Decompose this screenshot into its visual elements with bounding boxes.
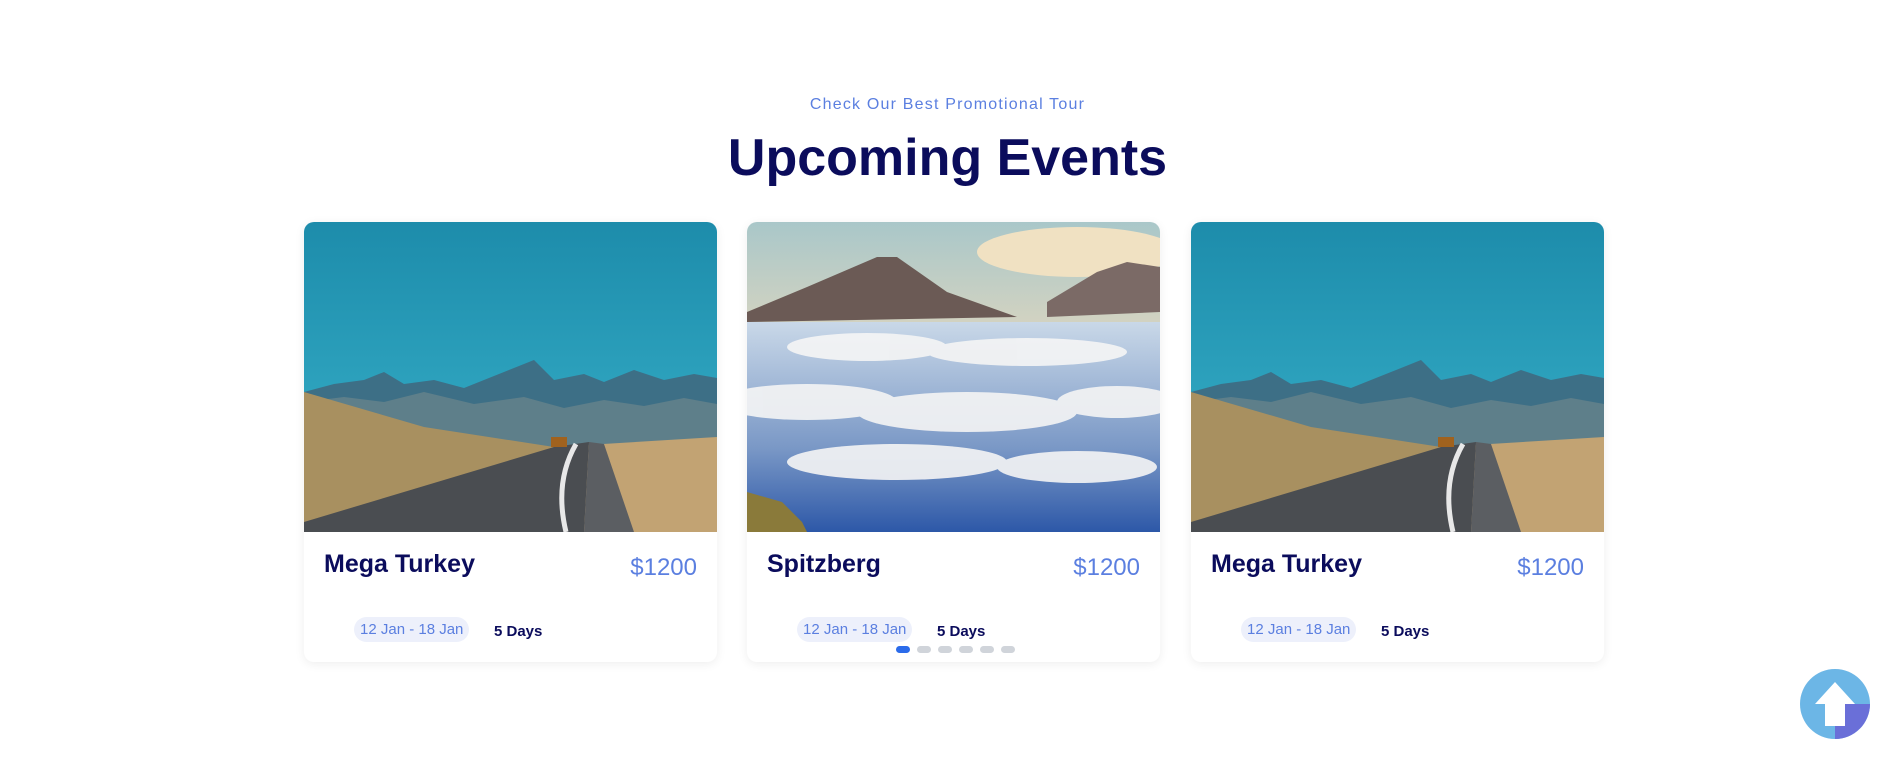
events-carousel: Mega Turkey $1200 12 Jan - 18 Jan 5 Days xyxy=(304,222,1604,662)
carousel-dot[interactable] xyxy=(980,646,994,653)
event-price: $1200 xyxy=(630,554,697,581)
carousel-dot[interactable] xyxy=(917,646,931,653)
event-price: $1200 xyxy=(1517,554,1584,581)
carousel-dot[interactable] xyxy=(896,646,910,653)
carousel-pagination xyxy=(896,646,1022,654)
event-title[interactable]: Spitzberg xyxy=(767,550,881,579)
event-dates: 12 Jan - 18 Jan xyxy=(1241,617,1357,642)
section-title: Upcoming Events xyxy=(727,129,1168,187)
carousel-dot[interactable] xyxy=(1001,646,1015,653)
event-image xyxy=(1191,222,1604,532)
event-duration: 5 Days xyxy=(1381,623,1430,640)
event-card[interactable]: Spitzberg $1200 12 Jan - 18 Jan 5 Days xyxy=(747,222,1160,662)
event-duration: 5 Days xyxy=(937,623,986,640)
carousel-dot[interactable] xyxy=(938,646,952,653)
scroll-to-top-button[interactable] xyxy=(1799,668,1871,740)
event-price: $1200 xyxy=(1073,554,1140,581)
event-dates: 12 Jan - 18 Jan xyxy=(797,617,913,642)
carousel-dot[interactable] xyxy=(959,646,973,653)
event-image xyxy=(304,222,717,532)
event-dates: 12 Jan - 18 Jan xyxy=(354,617,470,642)
event-card[interactable]: Mega Turkey $1200 12 Jan - 18 Jan 5 Days xyxy=(304,222,717,662)
event-title[interactable]: Mega Turkey xyxy=(1211,550,1362,579)
arrow-up-icon xyxy=(1800,669,1870,739)
section-subtitle: Check Our Best Promotional Tour xyxy=(809,96,1086,113)
event-image xyxy=(747,222,1160,532)
event-title[interactable]: Mega Turkey xyxy=(324,550,475,579)
event-card[interactable]: Mega Turkey $1200 12 Jan - 18 Jan 5 Days xyxy=(1191,222,1604,662)
event-duration: 5 Days xyxy=(494,623,543,640)
